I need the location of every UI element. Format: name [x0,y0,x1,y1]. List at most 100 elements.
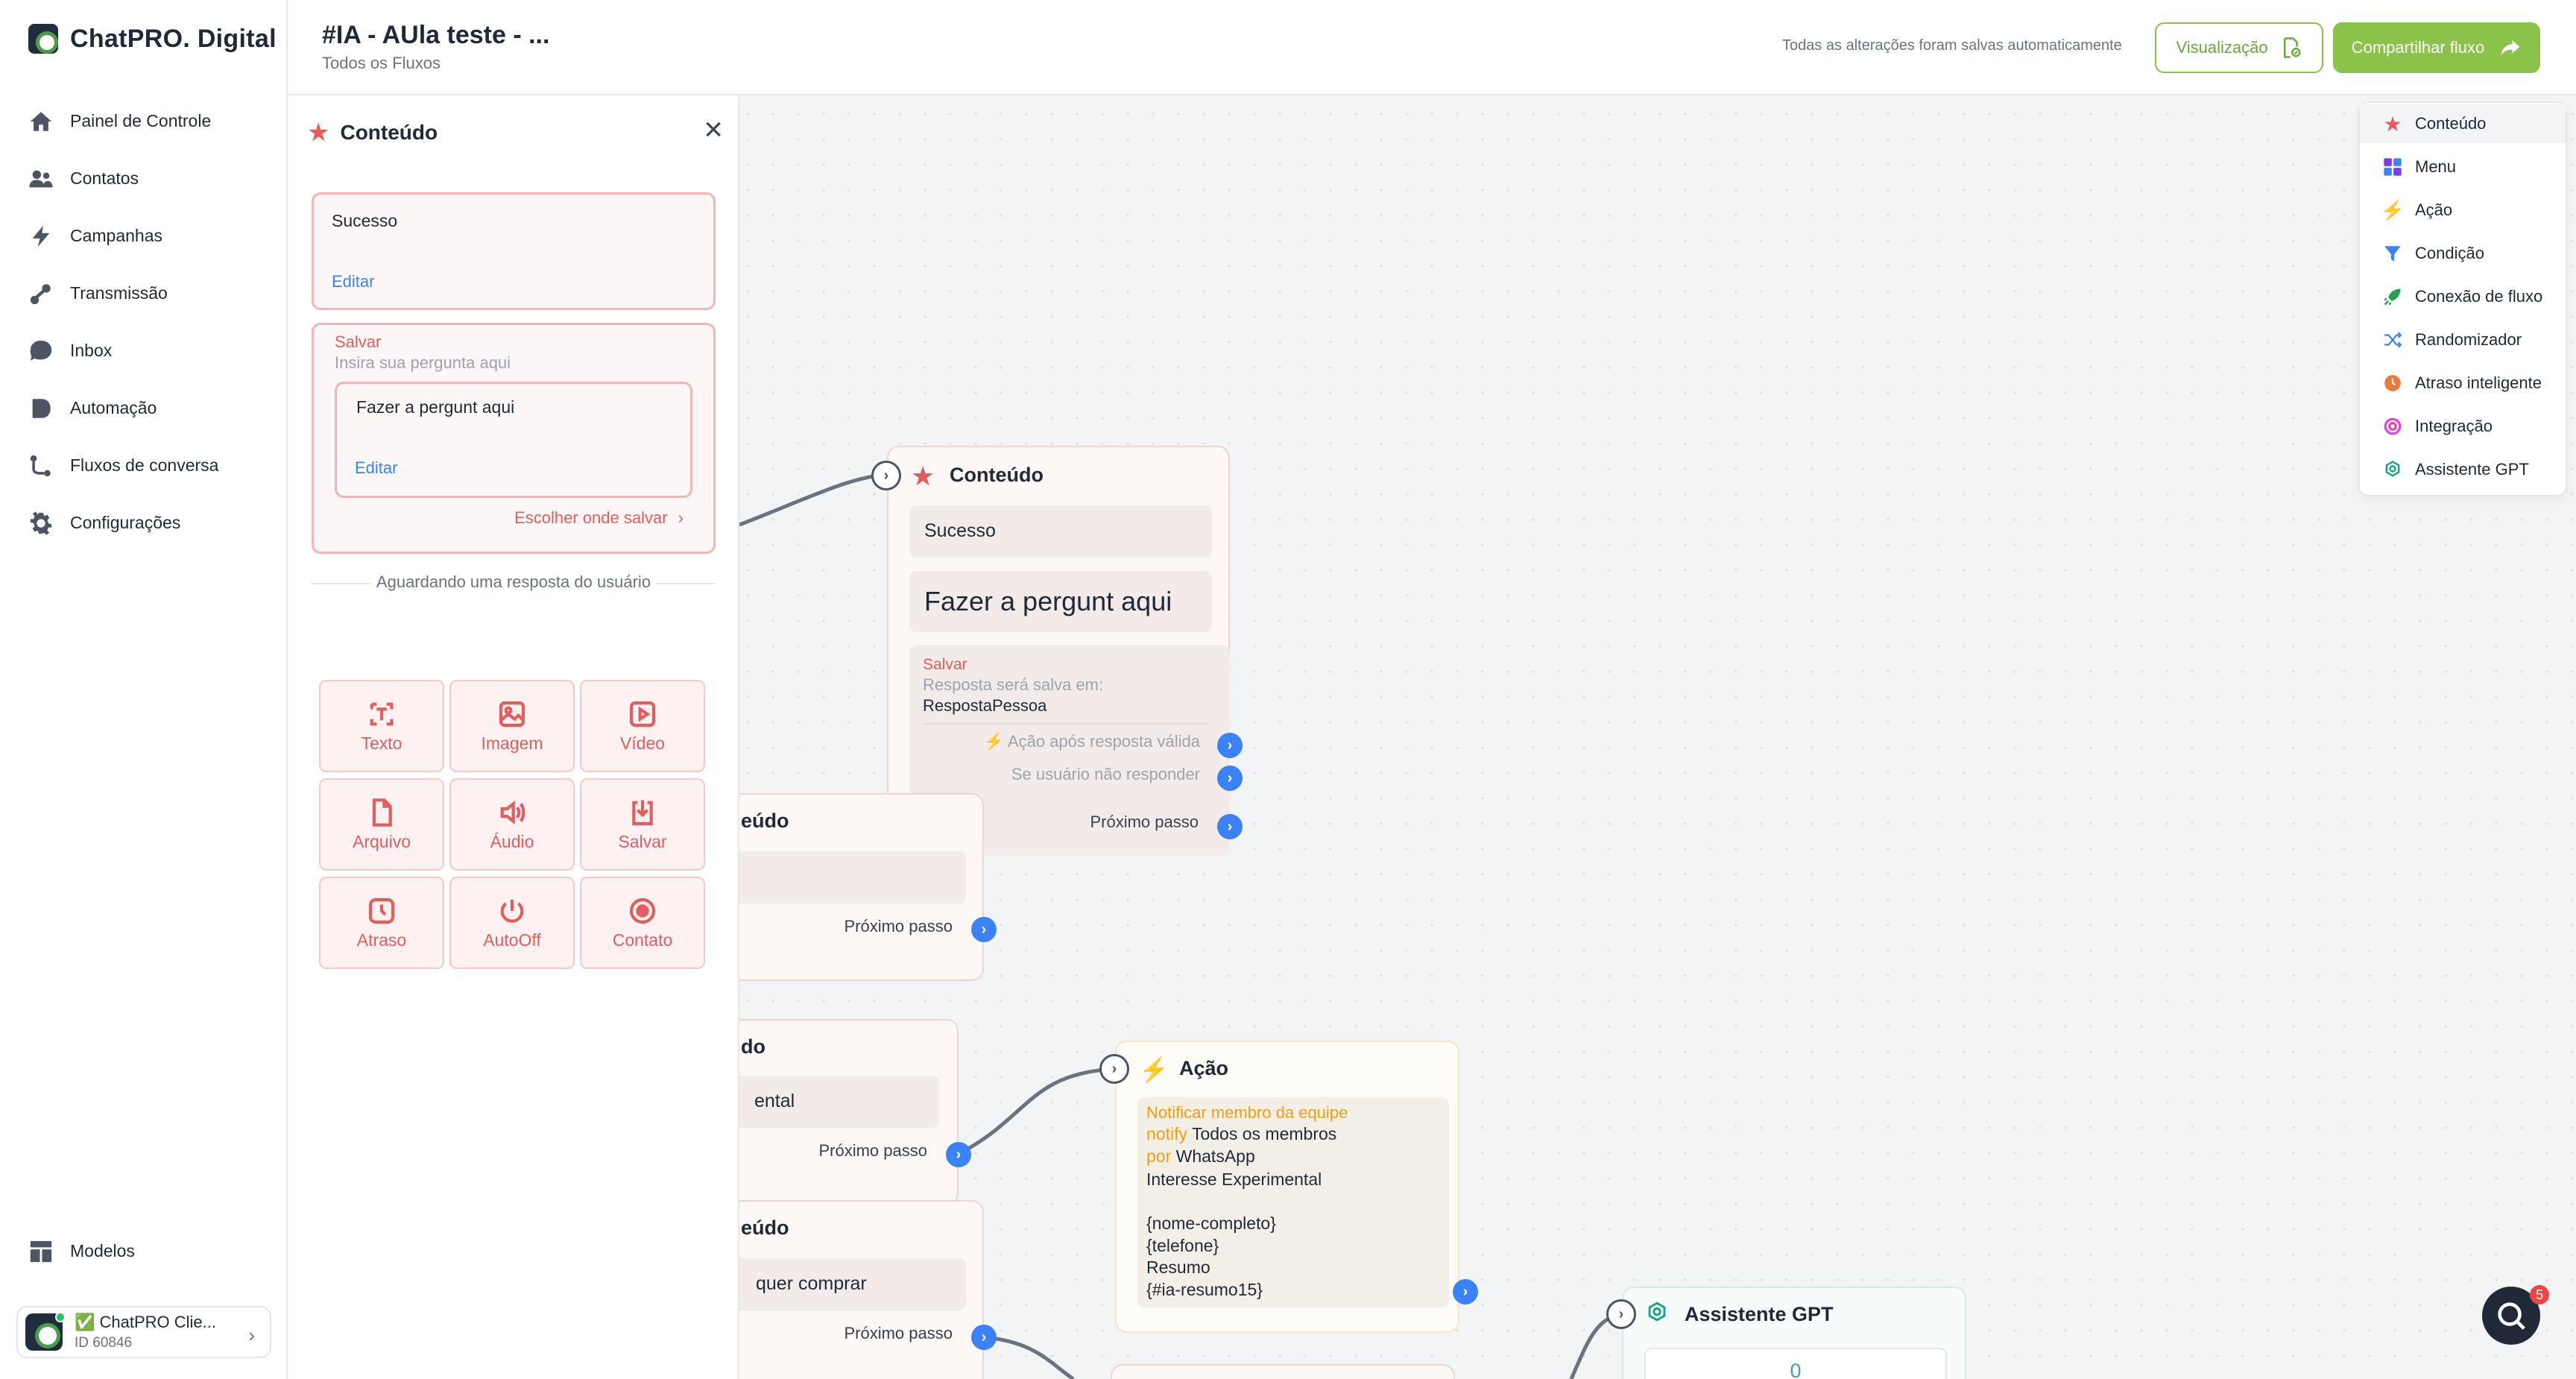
next-step-connector[interactable]: › [971,1325,997,1350]
action-node[interactable]: ⚡ Ação Notificar membro da equipe notify… [1115,1041,1459,1333]
tile-video[interactable]: Vídeo [580,680,705,772]
tile-atraso[interactable]: Atraso [319,877,444,969]
sidebar-item-label: Transmissão [70,283,168,303]
palette-item-conteudo[interactable]: ★ Conteúdo [2360,104,2566,143]
valid-action-connector[interactable]: › [1217,733,1243,758]
partial-node[interactable] [1111,1364,1455,1379]
notify-block[interactable]: Notificar membro da equipe notify Todos … [1137,1097,1449,1307]
sidebar-item-label: Modelos [70,1241,135,1260]
sidebar-item-fluxos[interactable]: Fluxos de conversa [28,437,218,494]
search-chat-icon [2498,1302,2525,1330]
no-reply-label: Se usuário não responder [1011,765,1200,783]
chat-icon [30,340,52,361]
tile-label: Salvar [618,831,667,851]
palette-item-condicao[interactable]: Condição [2360,234,2566,273]
sidebar-item-label: Contatos [70,168,139,188]
sidebar-bottom: Modelos [28,1222,135,1280]
gear-icon [30,511,52,535]
tile-arquivo[interactable]: Arquivo [319,778,444,871]
sidebar-item-contatos[interactable]: Contatos [28,150,218,207]
edit-question-link[interactable]: Editar [355,458,397,478]
palette-item-integracao[interactable]: Integração [2360,407,2566,446]
node-question-field[interactable]: Fazer a pergunt aqui [909,571,1212,632]
share-icon [2501,40,2520,55]
node-question-text: Fazer a pergunt aqui [924,586,1172,616]
palette-item-atraso[interactable]: Atraso inteligente [2360,364,2566,403]
sidebar-item-transmissao[interactable]: Transmissão [28,265,218,322]
tile-autooff[interactable]: AutoOff [449,877,575,969]
rocket-icon [2382,286,2403,307]
sidebar-item-label: Campanhas [70,226,163,245]
palette-item-acao[interactable]: ⚡ Ação [2360,191,2566,230]
next-step-connector[interactable]: › [946,1142,971,1167]
sidebar-item-campanhas[interactable]: Campanhas [28,207,218,265]
tile-imagem[interactable]: Imagem [449,680,575,772]
notify-line: {telefone} [1146,1235,1219,1255]
sidebar-item-inbox[interactable]: Inbox [28,322,218,379]
no-reply-connector[interactable]: › [1217,766,1243,791]
sidebar-item-configuracoes[interactable]: Configurações [28,494,218,552]
save-label: Salvar [335,332,382,351]
question-field[interactable]: Fazer a pergunt aqui Editar [335,382,692,498]
notify-title: Notificar membro da equipe [1146,1103,1348,1122]
connection-line [957,1067,1116,1156]
brand[interactable]: ChatPRO. Digital [28,24,277,54]
input-connector[interactable]: › [871,461,901,490]
input-connector[interactable]: › [1606,1299,1636,1329]
next-step-label: Próximo passo [818,1141,927,1160]
node-title: do [741,1035,765,1058]
next-step-connector[interactable]: › [1217,814,1243,839]
gpt-node[interactable]: Assistente GPT 0 [1622,1287,1966,1379]
notify-keyword: notify [1146,1124,1187,1143]
sidebar-item-painel[interactable]: Painel de Controle [28,92,218,150]
speaker-icon [500,800,525,824]
notify-via-row: por WhatsApp [1146,1146,1255,1167]
question-block[interactable]: Salvar Insira sua pergunta aqui Fazer a … [312,323,716,554]
next-step-label: Próximo passo [844,917,953,935]
palette-item-randomizador[interactable]: Randomizador [2360,321,2566,359]
online-status-dot [55,1312,66,1322]
gpt-value: 0 [1790,1360,1802,1379]
node-title: Conteúdo [950,464,1044,486]
message-block[interactable]: Sucesso Editar [312,192,716,310]
choose-save-label: Escolher onde salvar [514,508,668,527]
connection-line [739,473,886,527]
gpt-value-field[interactable]: 0 [1644,1348,1947,1379]
palette-item-label: Integração [2415,417,2493,435]
page-title[interactable]: #IA - AUla teste - ... [322,21,549,50]
preview-label: Visualização [2176,38,2268,57]
node-message-field[interactable]: Sucesso [909,505,1212,558]
preview-button[interactable]: Visualização [2155,22,2323,73]
palette-item-label: Assistente GPT [2415,460,2529,479]
next-step-connector[interactable]: › [1453,1279,1478,1304]
node-message-text: ental [754,1091,795,1111]
tile-label: Atraso [356,930,407,950]
palette-item-menu[interactable]: Menu [2360,148,2566,186]
star-icon: ★ [911,461,935,491]
share-flow-button[interactable]: Compartilhar fluxo [2333,22,2540,73]
tile-label: AutoOff [483,930,541,950]
tile-audio[interactable]: Áudio [449,778,575,871]
sidebar-item-modelos[interactable]: Modelos [28,1222,135,1280]
tile-contato[interactable]: Contato [580,877,705,969]
choose-save-link[interactable]: Escolher onde salvar › [514,508,684,528]
close-icon[interactable]: × [704,113,723,146]
chevron-right-icon: › [248,1324,255,1346]
node-title: eúdo [741,1217,789,1239]
waiting-reply-divider: Aguardando uma resposta do usuário [312,571,716,593]
next-step-connector[interactable]: › [971,917,997,942]
connection-line [983,1335,1075,1379]
palette-item-label: Condição [2415,244,2484,262]
input-connector[interactable]: › [1099,1054,1129,1084]
tile-salvar[interactable]: Salvar [580,778,705,871]
palette-item-gpt[interactable]: Assistente GPT [2360,450,2566,489]
sidebar-item-automacao[interactable]: Automação [28,379,218,437]
tile-texto[interactable]: Texto [319,680,444,772]
edit-message-link[interactable]: Editar [332,272,374,291]
node-message-text: Sucesso [924,520,996,541]
palette-item-conexao[interactable]: Conexão de fluxo [2360,277,2566,316]
account-switcher[interactable]: ✅ ChatPRO Clie... ID 60846 › [16,1306,271,1358]
breadcrumb[interactable]: Todos os Fluxos [322,54,441,73]
tile-label: Áudio [490,831,534,851]
node-palette: ★ Conteúdo Menu ⚡ Ação Condição Conexão … [2358,101,2567,496]
